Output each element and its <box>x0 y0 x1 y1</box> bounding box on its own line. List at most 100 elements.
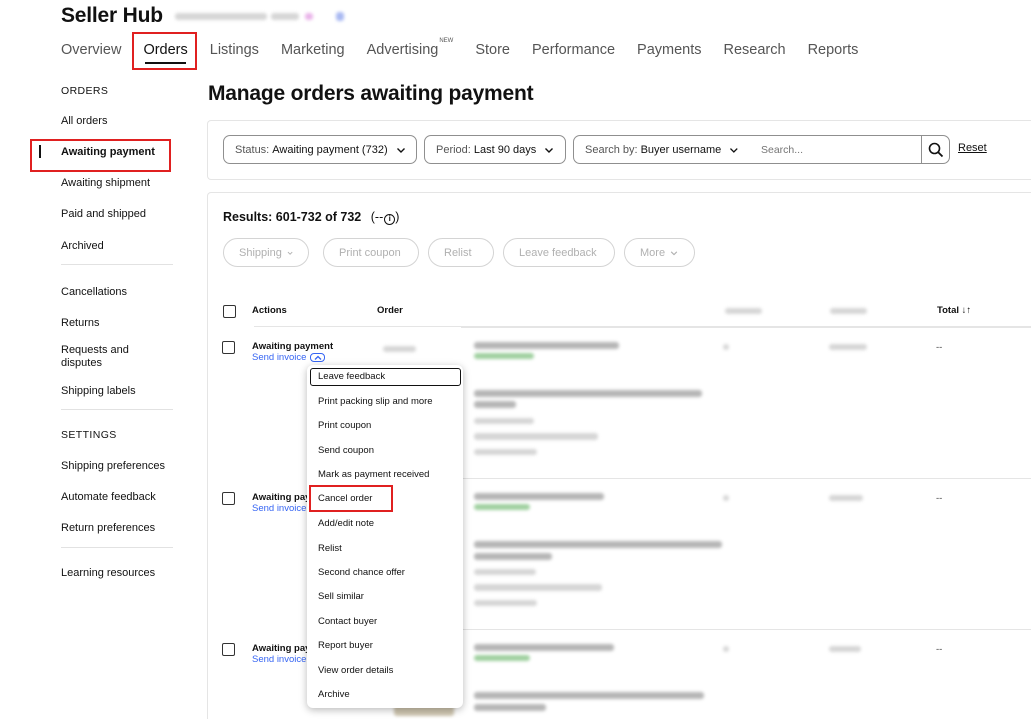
sidebar-item-awaiting-shipment[interactable]: Awaiting shipment <box>61 177 173 208</box>
quantity-redacted <box>723 344 729 350</box>
status-filter-label: Status: <box>235 143 270 156</box>
top-navigation: Overview Orders Listings Marketing Adver… <box>61 38 880 68</box>
results-count: Results: 601-732 of 732 <box>223 210 362 224</box>
actions-menu-toggle[interactable] <box>310 353 325 362</box>
sidebar-item-cancellations[interactable]: Cancellations <box>61 286 173 317</box>
status-filter-dropdown[interactable]: Status: Awaiting payment (732) <box>223 135 417 164</box>
column-header-quantity-redacted <box>725 308 762 314</box>
results-summary: Results: 601-732 of 732 (-- i) <box>223 210 399 225</box>
menu-item-sell-similar[interactable]: Sell similar <box>318 591 364 602</box>
sidebar-item-paid-and-shipped[interactable]: Paid and shipped <box>61 208 173 240</box>
tab-advertising-label: Advertising <box>366 42 439 58</box>
more-bulk-button[interactable]: More <box>624 238 695 267</box>
search-by-dropdown[interactable]: Search by: Buyer username <box>573 135 750 164</box>
search-button[interactable] <box>921 135 950 164</box>
app-title: Seller Hub <box>61 4 163 27</box>
sidebar: ORDERS All orders Awaiting payment Await… <box>39 84 173 579</box>
column-header-subtotal-redacted <box>830 308 867 314</box>
sidebar-item-all-orders[interactable]: All orders <box>61 115 173 146</box>
menu-item-mark-payment-received[interactable]: Mark as payment received <box>318 469 429 480</box>
tab-overview[interactable]: Overview <box>61 38 121 68</box>
order-actions-menu: Leave feedback Print packing slip and mo… <box>307 365 463 708</box>
order-status: Awaiting pay <box>252 492 311 503</box>
menu-item-contact-buyer[interactable]: Contact buyer <box>318 616 377 627</box>
tab-research[interactable]: Research <box>724 38 786 68</box>
filter-bar: Status: Awaiting payment (732) Period: L… <box>207 120 1031 180</box>
menu-item-send-coupon[interactable]: Send coupon <box>318 445 374 456</box>
search-input[interactable] <box>749 135 922 164</box>
period-filter-value: Last 90 days <box>473 143 537 156</box>
menu-item-view-order-details[interactable]: View order details <box>318 665 393 676</box>
leave-feedback-bulk-button[interactable]: Leave feedback <box>503 238 615 267</box>
sidebar-item-learning-resources[interactable]: Learning resources <box>61 567 173 579</box>
info-icon[interactable]: i <box>384 214 396 225</box>
sidebar-item-shipping-labels[interactable]: Shipping labels <box>61 385 173 409</box>
page-title: Manage orders awaiting payment <box>208 82 534 105</box>
quantity-redacted <box>723 646 729 652</box>
row-checkbox[interactable] <box>222 643 235 656</box>
row-checkbox[interactable] <box>222 492 235 505</box>
tab-orders[interactable]: Orders <box>143 38 188 68</box>
column-header-total-sort[interactable]: Total ↓↑ <box>937 305 971 316</box>
print-coupon-bulk-button[interactable]: Print coupon <box>323 238 419 267</box>
tab-reports[interactable]: Reports <box>808 38 859 68</box>
menu-item-report-buyer[interactable]: Report buyer <box>318 640 373 651</box>
menu-item-print-packing-slip[interactable]: Print packing slip and more <box>318 396 433 407</box>
chevron-down-icon <box>396 147 405 153</box>
menu-item-cancel-order[interactable]: Cancel order <box>318 493 372 504</box>
sidebar-item-returns[interactable]: Returns <box>61 317 173 344</box>
menu-item-relist[interactable]: Relist <box>318 543 342 554</box>
subtotal-redacted <box>829 646 861 652</box>
sidebar-item-automate-feedback[interactable]: Automate feedback <box>61 491 173 522</box>
sidebar-item-requests-disputes[interactable]: Requests and disputes <box>61 344 141 385</box>
new-badge: NEW <box>439 38 454 45</box>
tab-listings[interactable]: Listings <box>210 38 259 68</box>
results-info: (-- i) <box>370 210 400 225</box>
select-all-checkbox[interactable] <box>223 305 236 318</box>
column-header-order: Order <box>377 305 403 316</box>
sidebar-item-shipping-preferences[interactable]: Shipping preferences <box>61 460 173 491</box>
order-total: -- <box>936 342 943 353</box>
tab-store[interactable]: Store <box>475 38 510 68</box>
send-invoice-link[interactable]: Send invoice <box>252 654 306 665</box>
order-status: Awaiting pay <box>252 643 311 654</box>
search-by-value: Buyer username <box>640 143 722 156</box>
menu-item-leave-feedback[interactable]: Leave feedback <box>318 371 385 382</box>
sidebar-item-archived[interactable]: Archived <box>61 240 173 264</box>
chevron-down-icon <box>730 147 739 153</box>
sidebar-item-label: Awaiting payment <box>61 146 155 158</box>
period-filter-label: Period: <box>436 143 471 156</box>
shipping-bulk-button[interactable]: Shipping <box>223 238 309 267</box>
chevron-down-icon <box>287 251 293 255</box>
send-invoice-link[interactable]: Send invoice <box>252 352 306 363</box>
chevron-up-icon <box>314 355 321 360</box>
row-checkbox[interactable] <box>222 341 235 354</box>
sidebar-item-awaiting-payment[interactable]: Awaiting payment <box>39 145 173 177</box>
sidebar-item-return-preferences[interactable]: Return preferences <box>61 522 173 547</box>
subtotal-redacted <box>829 344 867 350</box>
search-by-label: Search by: <box>585 143 638 156</box>
order-number-redacted <box>383 346 416 352</box>
period-filter-dropdown[interactable]: Period: Last 90 days <box>424 135 566 164</box>
header-divider <box>461 327 1031 328</box>
chevron-down-icon <box>670 250 678 255</box>
reset-link[interactable]: Reset <box>958 142 987 154</box>
tab-payments[interactable]: Payments <box>637 38 701 68</box>
tab-advertising[interactable]: AdvertisingNEW <box>367 38 454 68</box>
order-status: Awaiting payment <box>252 341 334 352</box>
row-divider <box>461 478 1031 479</box>
active-indicator <box>39 145 41 158</box>
tab-performance[interactable]: Performance <box>532 38 615 68</box>
quantity-redacted <box>723 495 729 501</box>
tab-marketing[interactable]: Marketing <box>281 38 345 68</box>
menu-item-print-coupon[interactable]: Print coupon <box>318 420 371 431</box>
relist-bulk-button[interactable]: Relist <box>428 238 494 267</box>
column-header-actions: Actions <box>252 305 287 316</box>
menu-item-second-chance-offer[interactable]: Second chance offer <box>318 567 405 578</box>
store-info-redacted <box>175 12 345 22</box>
subtotal-redacted <box>829 495 863 501</box>
send-invoice-link[interactable]: Send invoice <box>252 503 306 514</box>
menu-item-archive[interactable]: Archive <box>318 689 350 700</box>
menu-item-add-edit-note[interactable]: Add/edit note <box>318 518 374 529</box>
order-total: -- <box>936 644 943 655</box>
